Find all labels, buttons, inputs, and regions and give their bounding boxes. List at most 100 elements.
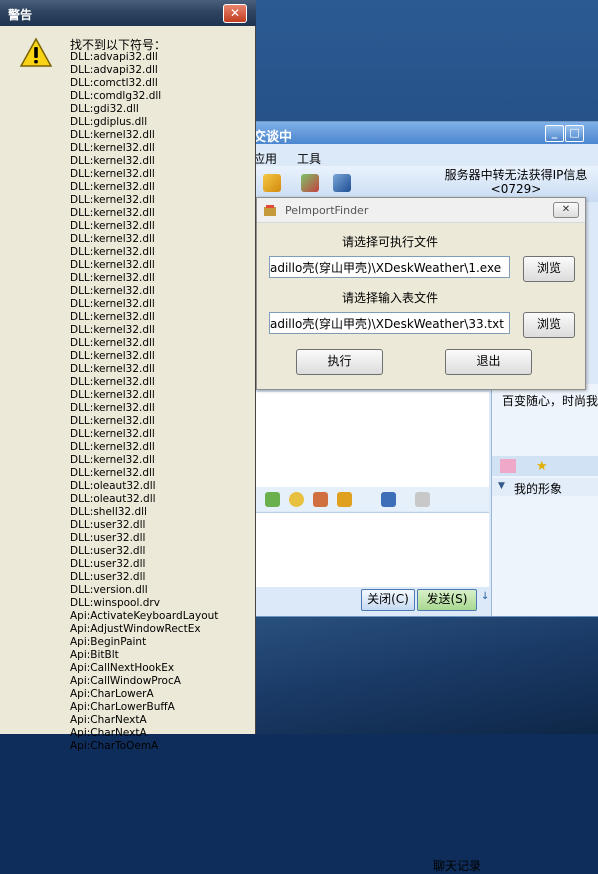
browse-exe-button[interactable]: 浏览 [523, 256, 575, 282]
symbol-item: DLL:kernel32.dll [70, 168, 155, 180]
symbol-item: DLL:user32.dll [70, 571, 146, 583]
symbol-item: Api:CharLowerBuffA [70, 701, 175, 713]
symbol-item: Api:CharLowerA [70, 688, 154, 700]
symbol-item: Api:BitBlt [70, 649, 119, 661]
screenshot-icon[interactable] [381, 492, 396, 507]
symbol-item: DLL:kernel32.dll [70, 272, 155, 284]
symbol-item: Api:ActivateKeyboardLayout [70, 610, 219, 622]
symbol-item: DLL:kernel32.dll [70, 376, 155, 388]
symbol-item: Api:AdjustWindowRectEx [70, 623, 201, 635]
send-options-arrow-icon[interactable]: ↓ [481, 591, 489, 607]
symbol-item: DLL:kernel32.dll [70, 402, 155, 414]
symbol-item: DLL:kernel32.dll [70, 389, 155, 401]
close-chat-button[interactable]: 关闭(C) [361, 589, 415, 611]
symbol-item: DLL:gdiplus.dll [70, 116, 148, 128]
warning-title: 警告 [8, 8, 33, 22]
my-image-section[interactable]: ▼ 我的形象 [492, 478, 598, 496]
exe-label: 请选择可执行文件 [342, 235, 439, 249]
symbol-item: DLL:kernel32.dll [70, 233, 155, 245]
pe-title: PeImportFinder [285, 204, 369, 217]
symbol-item: DLL:shell32.dll [70, 506, 147, 518]
table-path-value: adillo壳(穿山甲壳)\XDeskWeather\33.txt [270, 317, 504, 331]
exe-path-field[interactable]: adillo壳(穿山甲壳)\XDeskWeather\1.exe [269, 256, 510, 278]
emoji-icon[interactable] [289, 492, 304, 507]
symbol-item: DLL:kernel32.dll [70, 415, 155, 427]
ad-banner-text[interactable]: 百变随心，时尚我 [502, 392, 598, 409]
browse-table-button[interactable]: 浏览 [523, 312, 575, 338]
avatar-tab-icon[interactable] [500, 459, 516, 473]
symbol-item: DLL:kernel32.dll [70, 311, 155, 323]
symbol-item: Api:CallNextHookEx [70, 662, 175, 674]
table-path-field[interactable]: adillo壳(穿山甲壳)\XDeskWeather\33.txt [269, 312, 510, 334]
missing-symbols-list: DLL:advapi32.dll DLL:advapi32.dll DLL:comc… [70, 51, 218, 753]
symbol-item: DLL:kernel32.dll [70, 155, 155, 167]
add-contact-icon[interactable] [301, 174, 319, 192]
symbol-item: DLL:kernel32.dll [70, 194, 155, 206]
pe-titlebar[interactable]: PeImportFinder ✕ [257, 198, 585, 223]
symbol-item: Api:BeginPaint [70, 636, 147, 648]
symbol-item: DLL:kernel32.dll [70, 350, 155, 362]
symbol-item: DLL:kernel32.dll [70, 129, 155, 141]
pe-close-button[interactable]: ✕ [553, 202, 579, 218]
star-tab-icon[interactable]: ★ [536, 459, 552, 474]
warning-icon [20, 37, 52, 67]
symbol-item: DLL:winspool.drv [70, 597, 160, 609]
message-history-pane[interactable] [253, 392, 489, 487]
symbol-item: DLL:kernel32.dll [70, 285, 155, 297]
sidebar-tabs: ★ [492, 456, 598, 476]
minimize-button[interactable]: _ [545, 125, 564, 142]
server-status: 服务器中转无法获得IP信息 <0729> [441, 168, 591, 196]
symbol-item: DLL:kernel32.dll [70, 207, 155, 219]
symbol-item: DLL:kernel32.dll [70, 454, 155, 466]
font-icon[interactable] [265, 492, 280, 507]
symbol-item: DLL:advapi32.dll [70, 64, 158, 76]
symbol-item: Api:CallWindowProcA [70, 675, 181, 687]
my-image-label: 我的形象 [514, 482, 563, 496]
symbol-item: Api:CharNextA [70, 714, 147, 726]
symbol-item: DLL:user32.dll [70, 545, 146, 557]
chat-titlebar[interactable]: 交谈中 _ □ [249, 122, 598, 145]
exe-path-value: adillo壳(穿山甲壳)\XDeskWeather\1.exe [270, 261, 502, 275]
symbol-item: Api:CharToOemA [70, 740, 159, 752]
symbol-item: DLL:kernel32.dll [70, 337, 155, 349]
symbol-item: DLL:version.dll [70, 584, 148, 596]
symbol-item: DLL:kernel32.dll [70, 467, 155, 479]
symbol-item: DLL:kernel32.dll [70, 246, 155, 258]
symbol-item: DLL:kernel32.dll [70, 259, 155, 271]
send-button[interactable]: 发送(S) [417, 589, 477, 611]
symbol-item: DLL:oleaut32.dll [70, 493, 156, 505]
warning-titlebar[interactable]: 警告 ✕ [0, 0, 256, 26]
shake-icon[interactable] [337, 492, 352, 507]
chat-history-link[interactable]: 聊天记录 [433, 857, 481, 874]
server-status-code: <0729> [490, 182, 542, 196]
symbol-item: DLL:kernel32.dll [70, 220, 155, 232]
pe-import-finder-dialog[interactable]: PeImportFinder ✕ 请选择可执行文件 adillo壳(穿山甲壳)\… [256, 197, 586, 390]
image-icon[interactable] [313, 492, 328, 507]
history-icon[interactable] [415, 492, 430, 507]
transfer-icon[interactable] [263, 174, 281, 192]
symbol-item: DLL:kernel32.dll [70, 428, 155, 440]
chat-menubar: 应用 工具 [249, 146, 598, 166]
symbol-item: DLL:user32.dll [70, 532, 146, 544]
symbol-item: DLL:user32.dll [70, 519, 146, 531]
exit-button[interactable]: 退出 [445, 349, 532, 375]
table-label: 请选择输入表文件 [342, 291, 439, 305]
symbol-item: DLL:advapi32.dll [70, 51, 158, 63]
menu-apply[interactable]: 应用 [253, 150, 277, 167]
warning-close-button[interactable]: ✕ [223, 4, 247, 23]
symbol-item: DLL:user32.dll [70, 558, 146, 570]
symbol-item: DLL:kernel32.dll [70, 181, 155, 193]
symbol-item: DLL:kernel32.dll [70, 363, 155, 375]
chat-sidebar: 百变随心，时尚我 ★ ▼ 我的形象 [491, 384, 598, 616]
symbol-item: DLL:kernel32.dll [70, 324, 155, 336]
run-button[interactable]: 执行 [296, 349, 383, 375]
symbol-item: DLL:kernel32.dll [70, 441, 155, 453]
message-input[interactable] [253, 512, 489, 587]
maximize-button[interactable]: □ [565, 125, 584, 142]
server-status-text: 服务器中转无法获得IP信息 [444, 168, 588, 182]
collapse-icon[interactable]: ▼ [498, 481, 505, 491]
warning-dialog[interactable]: 警告 ✕ 找不到以下符号： DLL:advapi32.dll DLL:advapi… [0, 0, 256, 752]
video-icon[interactable] [333, 174, 351, 192]
menu-tools[interactable]: 工具 [297, 150, 321, 167]
symbol-item: DLL:gdi32.dll [70, 103, 139, 115]
